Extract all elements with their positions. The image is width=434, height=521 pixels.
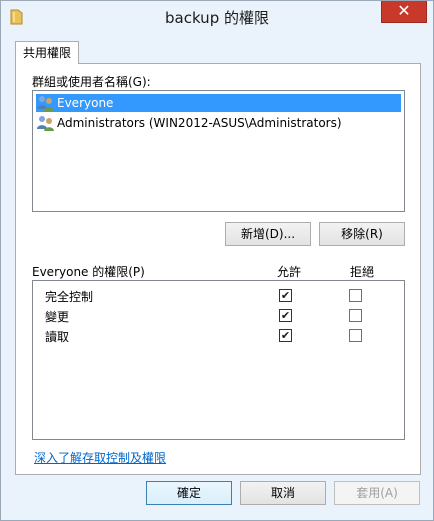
list-item-label: Administrators (WIN2012-ASUS\Administrat… [57, 116, 342, 130]
allow-checkbox[interactable]: ✔ [279, 309, 292, 322]
permissions-label: Everyone 的權限(P) [32, 265, 145, 279]
add-button[interactable]: 新增(D)... [225, 222, 311, 246]
window-title: backup 的權限 [165, 9, 269, 27]
deny-checkbox[interactable] [349, 329, 362, 342]
allow-checkbox[interactable]: ✔ [279, 329, 292, 342]
apply-button[interactable]: 套用(A) [334, 481, 420, 505]
list-item-administrators[interactable]: Administrators (WIN2012-ASUS\Administrat… [36, 114, 401, 132]
permission-row-change: 變更 ✔ [33, 306, 404, 326]
list-item-label: Everyone [57, 96, 114, 110]
users-list[interactable]: Everyone Administrators (WIN2012-ASUS\Ad… [32, 90, 405, 212]
allow-checkbox[interactable]: ✔ [279, 289, 292, 302]
permission-name: 完全控制 [45, 290, 94, 304]
permissions-list: 完全控制 ✔ 變更 ✔ 讀取 ✔ [32, 280, 405, 440]
users-list-label: 群組或使用者名稱(G): [32, 75, 151, 89]
tab-share-permissions[interactable]: 共用權限 [15, 41, 79, 64]
allow-column-header: 允許 [277, 265, 302, 279]
permissions-dialog: backup 的權限 ✕ 共用權限 群組或使用者名稱(G): Everyone [0, 0, 434, 521]
user-group-icon [37, 96, 54, 111]
user-group-icon [37, 116, 54, 131]
ok-button[interactable]: 確定 [146, 481, 232, 505]
deny-checkbox[interactable] [349, 309, 362, 322]
remove-button[interactable]: 移除(R) [319, 222, 405, 246]
permission-row-read: 讀取 ✔ [33, 326, 404, 346]
title-bar[interactable]: backup 的權限 ✕ [1, 1, 433, 33]
deny-column-header: 拒絕 [350, 265, 375, 279]
cancel-button[interactable]: 取消 [240, 481, 326, 505]
tab-panel: 群組或使用者名稱(G): Everyone Administrators (WI… [15, 63, 421, 475]
list-item-everyone[interactable]: Everyone [36, 94, 401, 112]
close-button[interactable]: ✕ [381, 1, 427, 23]
learn-more-link[interactable]: 深入了解存取控制及權限 [34, 449, 166, 466]
permission-name: 變更 [45, 310, 70, 324]
deny-checkbox[interactable] [349, 289, 362, 302]
permission-row-full-control: 完全控制 ✔ [33, 286, 404, 306]
permission-name: 讀取 [45, 330, 70, 344]
